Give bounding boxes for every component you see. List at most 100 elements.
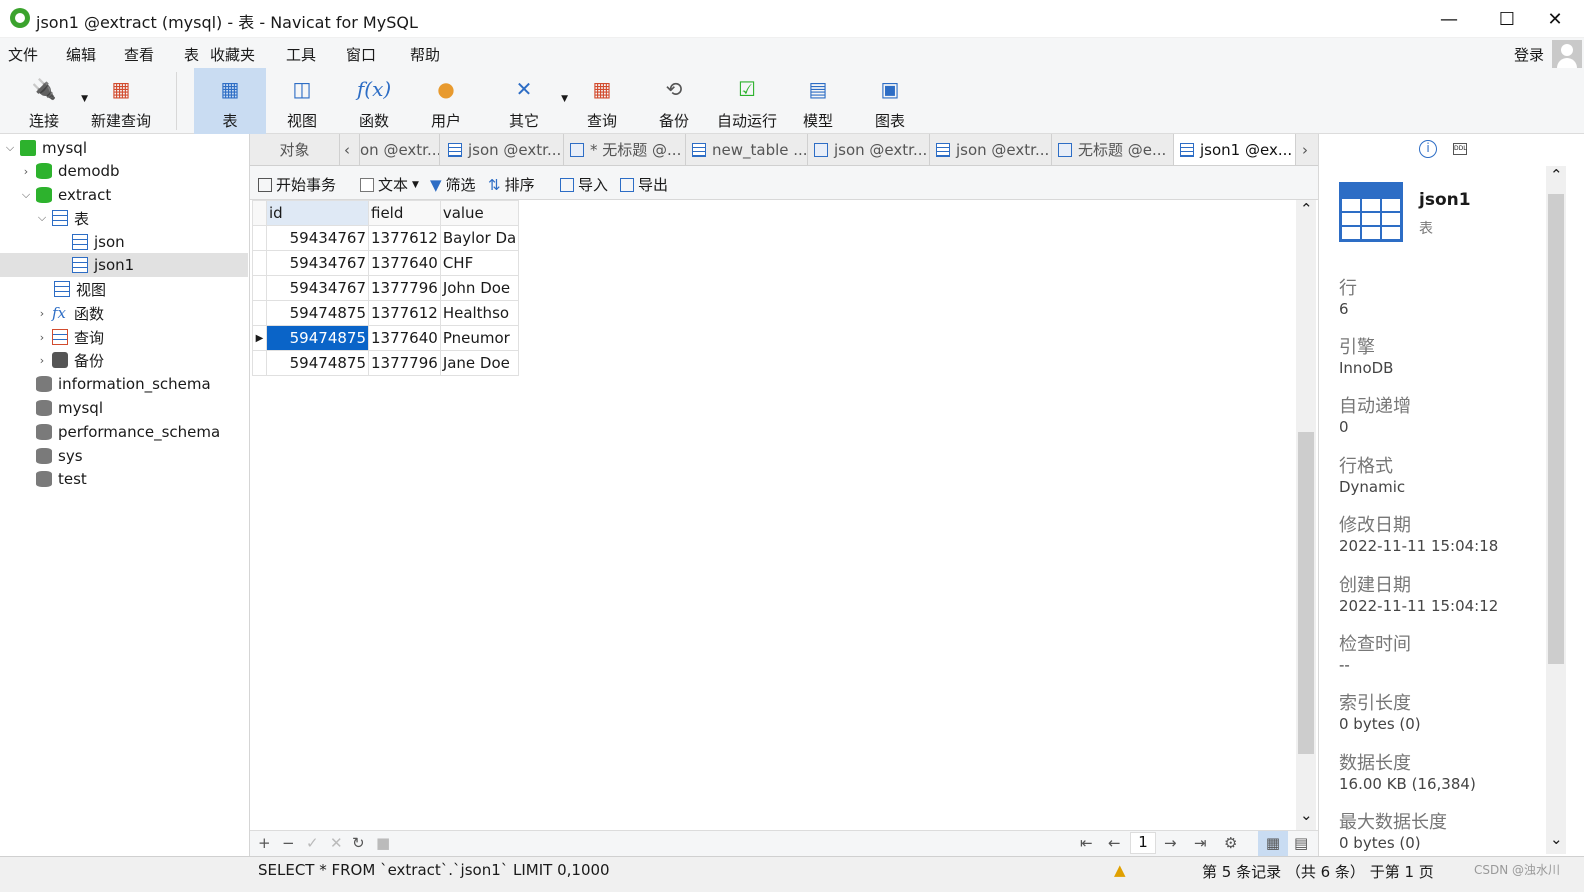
export-button[interactable]: 导出 — [620, 174, 668, 195]
tab-item[interactable]: * 无标题 @... — [564, 134, 686, 165]
chart-button[interactable]: ▣ 图表 — [854, 68, 926, 134]
tab-item[interactable]: json @extr... — [442, 134, 564, 165]
tab-item[interactable]: json @extr... — [930, 134, 1052, 165]
chevron-right-icon[interactable]: › — [20, 165, 32, 178]
ddl-icon[interactable]: DDL — [1453, 143, 1467, 155]
chevron-right-icon[interactable]: › — [36, 307, 48, 320]
scroll-up-icon[interactable]: ⌃ — [1300, 200, 1313, 218]
tree-node-table-json[interactable]: json — [0, 230, 248, 254]
grid-view-icon[interactable]: ▦ — [1258, 831, 1288, 856]
row-selector[interactable] — [252, 350, 267, 376]
cell-id[interactable]: 59434767 — [266, 275, 369, 301]
scroll-down-icon[interactable]: ⌄ — [1300, 806, 1313, 824]
cell-value[interactable]: Baylor Da — [439, 225, 520, 251]
cell-field[interactable]: 1377640 — [368, 250, 441, 276]
model-button[interactable]: ▤ 模型 — [782, 68, 854, 134]
text-view-button[interactable]: 文本 ▼ — [360, 174, 419, 195]
menu-help[interactable]: 帮助 — [410, 44, 440, 65]
grid-vertical-scrollbar[interactable]: ⌃ ⌄ — [1296, 200, 1316, 830]
chevron-down-icon[interactable]: ⌵ — [4, 141, 16, 155]
tab-item-active[interactable]: json1 @ex... — [1174, 134, 1296, 165]
import-button[interactable]: 导入 — [560, 174, 608, 195]
menu-view[interactable]: 查看 — [124, 44, 154, 65]
cell-field[interactable]: 1377796 — [368, 275, 441, 301]
scrollbar-thumb[interactable] — [1298, 432, 1314, 754]
query-button[interactable]: ▦ 查询 — [566, 68, 638, 134]
chevron-right-icon[interactable]: › — [36, 331, 48, 344]
cell-id[interactable]: 59474875 — [266, 350, 369, 376]
table-row[interactable]: 59434767 1377612 Baylor Da — [252, 225, 520, 251]
info-panel-scrollbar[interactable]: ⌃ ⌄ — [1546, 166, 1566, 854]
table-button[interactable]: ▦ 表 — [194, 68, 266, 134]
tree-node-queries[interactable]: › 查询 — [0, 325, 248, 349]
connect-button[interactable]: 🔌 连接 ▼ — [8, 68, 88, 134]
cell-field[interactable]: 1377796 — [368, 350, 441, 376]
menu-tools[interactable]: 工具 — [286, 44, 316, 65]
delete-record-icon[interactable]: − — [282, 834, 295, 852]
tree-node-test[interactable]: test — [0, 467, 248, 491]
tab-item[interactable]: 无标题 @e... — [1052, 134, 1174, 165]
info-icon[interactable]: i — [1419, 140, 1437, 158]
tree-node-information-schema[interactable]: information_schema — [0, 372, 248, 396]
next-page-icon[interactable]: → — [1164, 834, 1177, 852]
page-number-input[interactable]: 1 — [1130, 832, 1156, 854]
avatar-icon[interactable] — [1552, 40, 1582, 70]
tree-node-backups[interactable]: › 备份 — [0, 348, 248, 372]
discard-changes-icon[interactable]: ✕ — [330, 834, 343, 852]
tree-node-views[interactable]: 视图 — [0, 277, 248, 301]
menu-file[interactable]: 文件 — [8, 44, 38, 65]
current-row-indicator-icon[interactable]: ▶ — [252, 325, 267, 351]
settings-gear-icon[interactable]: ⚙ — [1224, 834, 1237, 852]
auto-run-button[interactable]: ☑ 自动运行 — [710, 68, 784, 134]
tree-node-functions[interactable]: › fx 函数 — [0, 301, 248, 325]
user-button[interactable]: ● 用户 — [410, 68, 482, 134]
cell-id[interactable]: 59474875 — [266, 325, 369, 351]
cell-field[interactable]: 1377640 — [368, 325, 441, 351]
add-record-icon[interactable]: + — [258, 834, 271, 852]
cell-id[interactable]: 59434767 — [266, 225, 369, 251]
last-page-icon[interactable]: ⇥ — [1194, 834, 1207, 852]
cell-value[interactable]: CHF — [439, 250, 520, 276]
cell-field[interactable]: 1377612 — [368, 300, 441, 326]
column-header-value[interactable]: value — [439, 200, 520, 226]
cell-id[interactable]: 59474875 — [266, 300, 369, 326]
form-view-icon[interactable]: ▤ — [1294, 834, 1308, 852]
tabs-scroll-right-button[interactable]: › — [1296, 134, 1318, 165]
first-page-icon[interactable]: ⇤ — [1080, 834, 1093, 852]
chevron-down-icon[interactable]: ⌵ — [36, 211, 48, 225]
cell-value[interactable]: Healthso — [439, 300, 520, 326]
sort-button[interactable]: ⇅ 排序 — [488, 174, 535, 195]
table-row-current[interactable]: ▶ 59474875 1377640 Pneumor — [252, 325, 520, 351]
tree-node-mysql-db[interactable]: mysql — [0, 396, 248, 420]
tree-node-demodb[interactable]: › demodb — [0, 159, 248, 183]
scroll-up-icon[interactable]: ⌃ — [1550, 166, 1563, 184]
tab-item[interactable]: on @extr... — [360, 134, 440, 165]
tab-item[interactable]: json @extr... — [808, 134, 930, 165]
other-button[interactable]: ✕ 其它 ▼ — [488, 68, 568, 134]
cell-value[interactable]: Jane Doe — [439, 350, 520, 376]
tree-node-table-json1[interactable]: json1 — [0, 253, 248, 277]
table-row[interactable]: 59434767 1377796 John Doe — [252, 275, 520, 301]
row-selector[interactable] — [252, 225, 267, 251]
menu-edit[interactable]: 编辑 — [66, 44, 96, 65]
menu-table[interactable]: 表 — [184, 44, 199, 65]
scrollbar-thumb[interactable] — [1548, 194, 1564, 664]
apply-changes-icon[interactable]: ✓ — [306, 834, 319, 852]
stop-icon[interactable]: ■ — [376, 834, 390, 852]
begin-transaction-button[interactable]: 开始事务 — [258, 174, 336, 195]
chevron-down-icon[interactable]: ⌵ — [20, 188, 32, 202]
cell-id[interactable]: 59434767 — [266, 250, 369, 276]
menu-favorites[interactable]: 收藏夹 — [210, 44, 255, 65]
scroll-down-icon[interactable]: ⌄ — [1550, 830, 1563, 848]
column-header-field[interactable]: field — [368, 200, 441, 226]
cell-value[interactable]: Pneumor — [439, 325, 520, 351]
chevron-right-icon[interactable]: › — [36, 354, 48, 367]
tab-objects[interactable]: 对象 — [250, 134, 340, 165]
row-selector[interactable] — [252, 300, 267, 326]
minimize-button[interactable]: — — [1420, 0, 1478, 38]
cell-field[interactable]: 1377612 — [368, 225, 441, 251]
tree-node-tables[interactable]: ⌵ 表 — [0, 206, 248, 230]
previous-page-icon[interactable]: ← — [1108, 834, 1121, 852]
function-button[interactable]: f(x) 函数 — [338, 68, 410, 134]
new-query-button[interactable]: ▦ 新建查询 — [86, 68, 156, 134]
